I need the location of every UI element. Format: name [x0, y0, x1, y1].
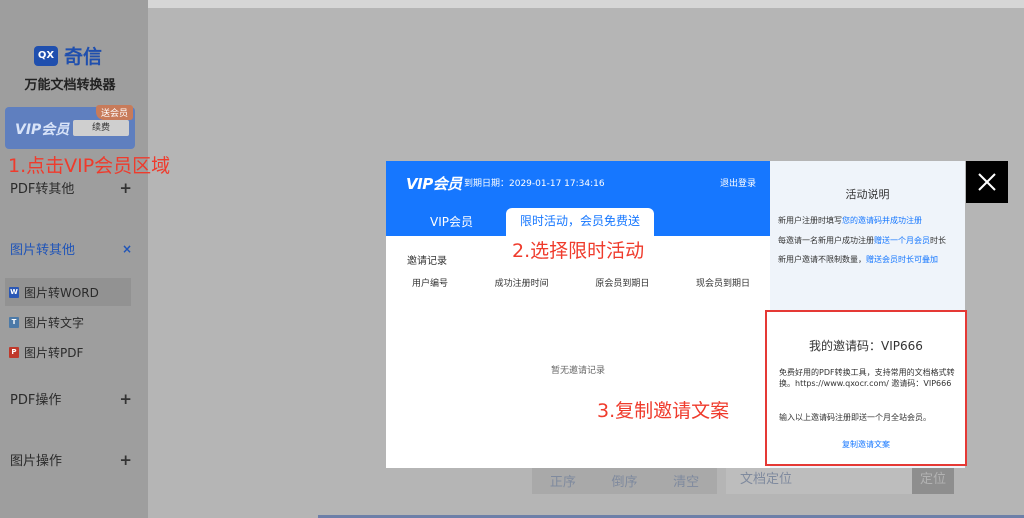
sort-descending-button[interactable]: 倒序	[611, 471, 637, 490]
annotation-step-3: 3.复制邀请文案	[597, 400, 730, 422]
nav-section-label: PDF转其他	[10, 182, 75, 197]
rule-highlight: 您的邀请码并成功注册	[842, 216, 922, 225]
modal-close-button[interactable]	[966, 161, 1008, 203]
clear-button[interactable]: 清空	[673, 471, 699, 490]
modal-header: VIP会员 到期日期：2029-01-17 17:34:16 退出登录	[386, 161, 770, 205]
invite-records-title: 邀请记录	[407, 256, 447, 267]
locate-button[interactable]: 定位	[912, 466, 954, 494]
activity-rule-1: 新用户注册时填写您的邀请码并成功注册	[778, 215, 922, 226]
collapse-close-icon: ×	[121, 241, 132, 256]
close-icon	[978, 173, 996, 191]
rule-highlight: 赠送一个月会员	[874, 236, 930, 245]
sort-toolbar: 正序 倒序 清空	[532, 466, 717, 494]
pdf-file-icon: P	[9, 346, 19, 358]
nav-section-image-operations[interactable]: 图片操作 +	[10, 450, 132, 470]
nav-section-label: 图片操作	[10, 454, 63, 469]
document-locate-input[interactable]: 文档定位	[726, 466, 912, 494]
vip-logo-text: VIP会员	[15, 122, 70, 138]
logo-badge-icon: QX	[34, 45, 58, 66]
app-subtitle: 万能文档转换器	[24, 78, 116, 93]
invite-copy-text: 免费好用的PDF转换工具，支持常用的文档格式转换。https://www.qxo…	[779, 368, 955, 388]
expand-plus-icon: +	[119, 450, 132, 469]
nav-item-label: 图片转WORD	[24, 285, 99, 300]
modal-vip-logo: VIP会员	[406, 175, 462, 193]
invite-code-box: 我的邀请码：VIP666 免费好用的PDF转换工具，支持常用的文档格式转换。ht…	[765, 310, 967, 466]
activity-rule-2: 每邀请一名新用户成功注册赠送一个月会员时长	[778, 235, 946, 246]
text-file-icon: T	[9, 316, 19, 328]
column-register-time: 成功注册时间	[494, 279, 549, 289]
nav-item-image-to-pdf[interactable]: P 图片转PDF	[5, 338, 131, 366]
records-table-header: 用户编号 成功注册时间 原会员到期日 现会员到期日	[406, 276, 756, 289]
activity-rule-3: 新用户邀请不限制数量，赠送会员时长可叠加	[778, 254, 938, 265]
nav-section-label: 图片转其他	[10, 243, 76, 258]
nav-section-pdf-to-other[interactable]: PDF转其他 +	[10, 178, 132, 198]
gift-member-badge: 送会员	[95, 105, 133, 120]
expand-plus-icon: +	[119, 178, 132, 197]
column-new-expiry: 现会员到期日	[695, 279, 750, 289]
expand-plus-icon: +	[119, 389, 132, 408]
nav-section-pdf-operations[interactable]: PDF操作 +	[10, 389, 132, 409]
sort-ascending-button[interactable]: 正序	[550, 471, 576, 490]
vip-member-area[interactable]: VIP会员 续费 送会员	[5, 105, 135, 149]
annotation-step-2: 2.选择限时活动	[512, 240, 645, 262]
activity-title: 活动说明	[845, 188, 890, 201]
rule-text: 新用户注册时填写	[778, 216, 842, 225]
column-user-id: 用户编号	[412, 279, 449, 289]
rule-highlight: 赠送会员时长可叠加	[866, 255, 938, 264]
column-old-expiry: 原会员到期日	[595, 279, 650, 289]
logo-name: 奇信	[64, 46, 103, 68]
copy-invite-text-button[interactable]: 复制邀请文案	[767, 439, 965, 450]
nav-section-image-to-other[interactable]: 图片转其他 ×	[10, 239, 132, 259]
tab-vip-member[interactable]: VIP会员	[430, 213, 473, 230]
app-logo: QX 奇信	[34, 42, 102, 69]
annotation-step-1: 1.点击VIP会员区域	[8, 155, 171, 177]
empty-records-text: 暂无邀请记录	[550, 366, 605, 376]
renew-button[interactable]: 续费	[73, 120, 129, 136]
nav-item-image-to-text[interactable]: T 图片转文字	[5, 308, 131, 336]
nav-item-image-to-word[interactable]: W 图片转WORD	[5, 278, 131, 306]
rule-text: 时长	[930, 236, 946, 245]
expiry-date: 到期日期：2029-01-17 17:34:16	[464, 179, 605, 189]
invite-note: 输入以上邀请码注册即送一个月全站会员。	[779, 413, 931, 422]
logout-link[interactable]: 退出登录	[720, 176, 756, 189]
rule-text: 每邀请一名新用户成功注册	[778, 236, 874, 245]
invite-records-panel: 邀请记录 用户编号 成功注册时间 原会员到期日 现会员到期日 暂无邀请记录	[386, 236, 770, 468]
nav-item-label: 图片转文字	[24, 315, 85, 330]
nav-item-label: 图片转PDF	[24, 345, 84, 360]
nav-section-label: PDF操作	[10, 393, 62, 408]
word-file-icon: W	[9, 286, 19, 298]
invite-code-title: 我的邀请码：VIP666	[809, 339, 923, 353]
tab-limited-activity[interactable]: 限时活动，会员免费送	[506, 208, 654, 237]
rule-text: 新用户邀请不限制数量，	[778, 255, 866, 264]
